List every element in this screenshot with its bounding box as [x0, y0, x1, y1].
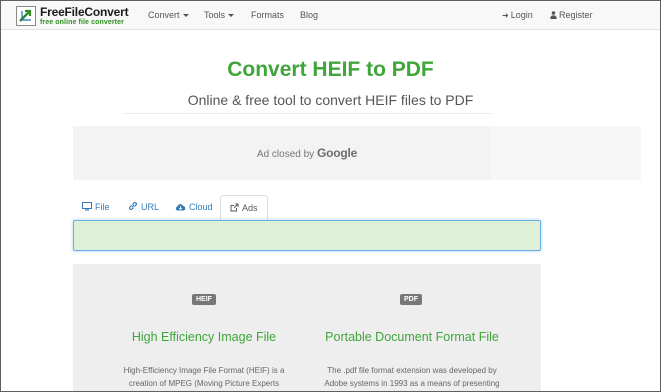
cloud-icon: [175, 204, 186, 211]
tab-ads[interactable]: Ads: [220, 195, 268, 221]
external-link-icon: [230, 203, 239, 212]
upload-drop-area[interactable]: [73, 220, 541, 251]
nav-convert-label: Convert: [148, 10, 180, 20]
ad-container: Ad closed by Google: [73, 126, 641, 180]
tab-url-label: URL: [141, 202, 160, 212]
caret-down-icon: [182, 14, 189, 18]
nav-tools[interactable]: Tools: [204, 1, 235, 30]
login-icon: ➜: [502, 11, 509, 20]
tab-file-label: File: [95, 202, 110, 212]
monitor-icon: [82, 202, 92, 211]
ad-closed-text: Ad closed by: [256, 149, 315, 160]
login-link[interactable]: ➜ Login: [502, 1, 533, 30]
target-format-badge: PDF: [400, 294, 422, 305]
ad-closed-brand: Google: [316, 146, 358, 160]
logo-tagline: free online file converter: [40, 19, 124, 26]
target-format-title: Portable Document Format File: [325, 330, 499, 344]
ad-closed-message: Ad closed by Google: [73, 146, 541, 160]
tab-cloud[interactable]: Cloud: [166, 195, 222, 220]
nav-formats[interactable]: Formats: [251, 1, 284, 30]
register-link[interactable]: Register: [550, 1, 593, 30]
link-icon: [129, 202, 137, 210]
nav-convert[interactable]: Convert: [148, 1, 189, 30]
register-label: Register: [559, 10, 593, 20]
page-subtitle: Online & free tool to convert HEIF files…: [187, 92, 474, 108]
upload-source-tabs: File URL Cloud Ads: [73, 195, 541, 221]
nav-blog[interactable]: Blog: [300, 1, 318, 30]
logo-name: FreeFileConvert: [40, 5, 129, 19]
caret-down-icon: [228, 14, 235, 18]
tab-ads-label: Ads: [242, 203, 258, 213]
target-format-description: The .pdf file format extension was devel…: [324, 366, 500, 388]
tab-file[interactable]: File: [73, 195, 119, 220]
navbar: FreeFileConvert free online file convert…: [1, 1, 660, 30]
format-info-panel: HEIF PDF High Efficiency Image File Port…: [73, 264, 541, 392]
logo-mark-icon: [16, 6, 36, 26]
source-format-title: High Efficiency Image File: [131, 330, 277, 344]
page-title: Convert HEIF to PDF: [227, 58, 434, 81]
login-label: Login: [510, 10, 533, 20]
source-format-badge: HEIF: [192, 294, 216, 305]
tab-url[interactable]: URL: [119, 195, 168, 220]
user-icon: [550, 1, 557, 30]
source-format-description: High-Efficiency Image File Format (HEIF)…: [123, 366, 285, 388]
site-logo[interactable]: FreeFileConvert free online file convert…: [16, 5, 129, 27]
tab-cloud-label: Cloud: [189, 202, 213, 212]
title-divider: [122, 113, 492, 114]
nav-tools-label: Tools: [204, 10, 226, 20]
